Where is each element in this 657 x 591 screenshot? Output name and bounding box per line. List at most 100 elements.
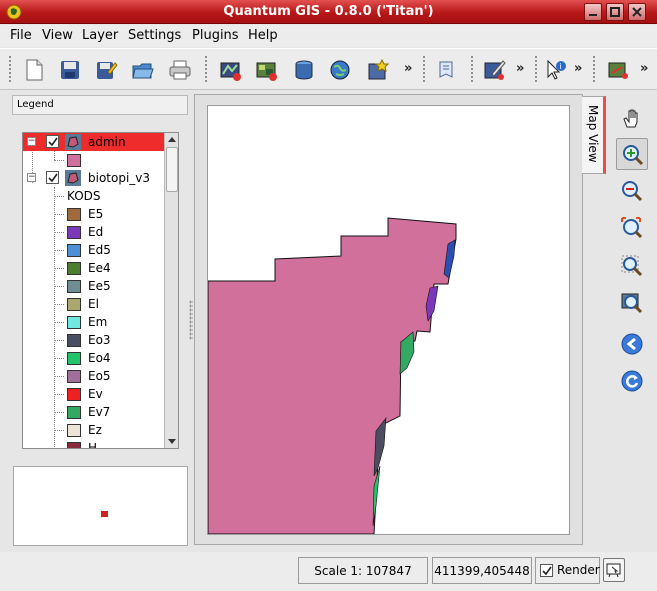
render-checkbox[interactable] — [540, 564, 553, 577]
scrollbar-thumb[interactable] — [166, 147, 178, 192]
identify-button[interactable]: i — [542, 56, 570, 84]
legend-swatch — [67, 280, 81, 293]
legend-field: KODS — [23, 187, 164, 205]
legend-class: Ev — [23, 385, 164, 403]
legend-swatch — [67, 370, 81, 383]
scroll-up-icon[interactable] — [166, 134, 178, 146]
collapse-toggle[interactable]: − — [27, 173, 36, 182]
legend-class: Ed5 — [23, 241, 164, 259]
add-raster-layer-button[interactable] — [252, 56, 280, 84]
menu-help[interactable]: Help — [248, 28, 278, 43]
polygon-layer-icon — [65, 134, 81, 150]
toolbar-overflow-button[interactable]: » — [404, 61, 412, 76]
legend-layer-admin[interactable]: − admin — [23, 133, 164, 151]
maximize-button[interactable] — [606, 3, 624, 21]
zoom-to-layer-icon — [621, 293, 643, 314]
close-button[interactable] — [628, 3, 646, 21]
overview-map[interactable] — [13, 466, 188, 546]
minimize-button[interactable] — [584, 3, 602, 21]
menu-settings[interactable]: Settings — [128, 28, 181, 43]
add-wms-layer-button[interactable] — [326, 56, 354, 84]
menu-file[interactable]: File — [10, 28, 32, 43]
capture-point-button[interactable] — [480, 56, 508, 84]
pan-button[interactable] — [616, 102, 648, 134]
tree-line — [54, 376, 64, 377]
toolbar-grip[interactable] — [534, 55, 538, 83]
tree-line — [54, 250, 64, 251]
legend-list: − admin − biotopi_v3 KODS E5 Ed Ed5 Ee4 … — [23, 133, 164, 448]
toolbar-overflow-button[interactable]: » — [574, 61, 582, 76]
projection-button[interactable] — [603, 558, 625, 582]
zoom-to-layer-button[interactable] — [616, 287, 648, 319]
legend-swatch — [67, 154, 81, 167]
legend-tree: − admin − biotopi_v3 KODS E5 Ed Ed5 Ee4 … — [22, 132, 179, 449]
layer-visibility-checkbox[interactable] — [46, 135, 59, 148]
save-project-button[interactable] — [56, 56, 84, 84]
measure-button[interactable] — [604, 56, 632, 84]
layer-visibility-checkbox[interactable] — [46, 171, 59, 184]
legend-scrollbar[interactable] — [164, 133, 178, 448]
coordinate-display: 411399,405448 — [432, 557, 532, 584]
legend-class-label: Eo4 — [88, 351, 111, 365]
add-vector-layer-button[interactable] — [216, 56, 244, 84]
window-title: Quantum GIS - 0.8.0 ('Titan') — [223, 4, 434, 19]
add-vector-layer-icon — [220, 62, 241, 81]
legend-class: Ed — [23, 223, 164, 241]
map-navigation-toolbar — [612, 100, 652, 400]
zoom-in-button[interactable] — [616, 138, 648, 170]
zoom-to-selection-button[interactable] — [616, 250, 648, 282]
projection-icon — [606, 563, 621, 578]
menu-plugins[interactable]: Plugins — [192, 28, 239, 43]
legend-class: Ez — [23, 421, 164, 439]
measure-icon — [608, 62, 628, 79]
collapse-toggle[interactable]: − — [27, 137, 36, 146]
menu-layer[interactable]: Layer — [82, 28, 118, 43]
print-icon — [169, 60, 191, 80]
legend-swatch — [67, 424, 81, 437]
checkmark-icon — [48, 137, 58, 147]
legend-class: Ee5 — [23, 277, 164, 295]
add-postgis-layer-button[interactable] — [290, 56, 318, 84]
tab-map-view[interactable]: Map View — [582, 96, 606, 174]
save-project-icon — [61, 61, 79, 79]
status-bar: Scale 1: 107847 411399,405448 Render — [0, 552, 657, 591]
legend-swatch — [67, 388, 81, 401]
map-canvas[interactable] — [207, 105, 570, 535]
save-as-button[interactable] — [92, 56, 120, 84]
legend-class-label: Ev7 — [88, 405, 111, 419]
minimize-icon — [589, 14, 597, 16]
new-project-button[interactable] — [20, 56, 48, 84]
new-layer-button[interactable] — [364, 56, 392, 84]
legend-swatch — [67, 244, 81, 257]
legend-class-label: Em — [88, 315, 108, 329]
open-project-button[interactable] — [129, 56, 157, 84]
scroll-down-icon[interactable] — [166, 435, 178, 447]
print-button[interactable] — [166, 56, 194, 84]
refresh-button[interactable] — [616, 365, 648, 397]
toolbar-overflow-button[interactable]: » — [640, 61, 648, 76]
toolbar-grip[interactable] — [592, 55, 596, 83]
close-icon — [632, 7, 642, 17]
open-project-icon — [132, 63, 154, 79]
legend-class-label: Eo5 — [88, 369, 111, 383]
legend-class: H — [23, 439, 164, 448]
toolbar-grip[interactable] — [8, 55, 12, 83]
legend-layer-biotopi[interactable]: − biotopi_v3 — [23, 169, 164, 187]
zoom-out-button[interactable] — [616, 175, 648, 207]
toolbar-grip[interactable] — [422, 55, 426, 83]
map-tips-button[interactable] — [432, 56, 460, 84]
legend-swatch — [67, 334, 81, 347]
zoom-last-button[interactable] — [616, 328, 648, 360]
checkmark-icon — [48, 173, 58, 183]
panel-splitter[interactable] — [189, 300, 193, 340]
legend-class: Ee4 — [23, 259, 164, 277]
tree-line — [54, 358, 64, 359]
toolbar-grip[interactable] — [204, 55, 208, 83]
toolbar-grip[interactable] — [470, 55, 474, 83]
main-toolbar: » » i » » — [0, 48, 657, 90]
tree-line — [54, 214, 64, 215]
zoom-full-button[interactable] — [616, 212, 648, 244]
toolbar-overflow-button[interactable]: » — [516, 61, 524, 76]
menu-view[interactable]: View — [42, 28, 73, 43]
scale-display: Scale 1: 107847 — [298, 557, 428, 584]
